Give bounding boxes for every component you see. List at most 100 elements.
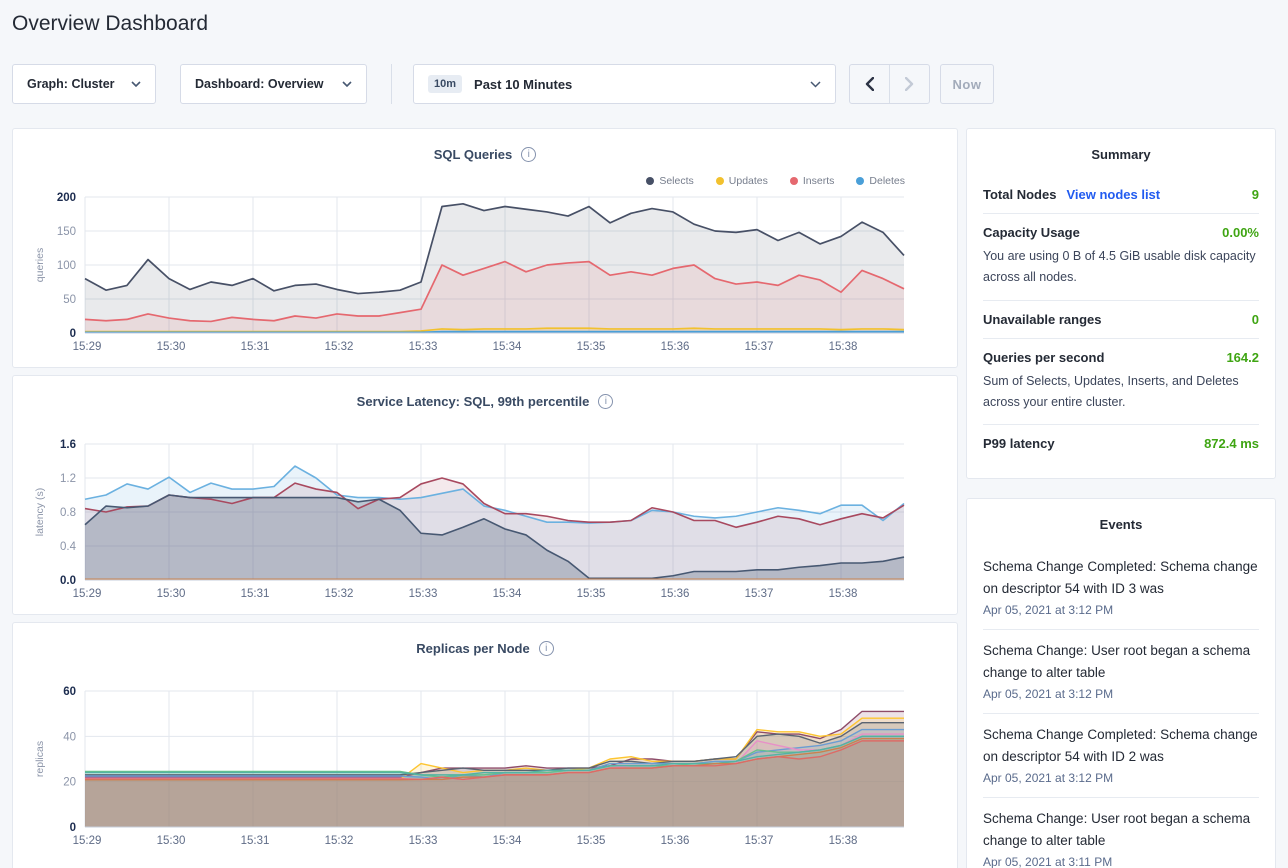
info-icon[interactable]: i xyxy=(539,641,554,656)
now-button[interactable]: Now xyxy=(940,64,994,104)
x-tick-label: 15:36 xyxy=(661,588,690,600)
info-icon[interactable]: i xyxy=(521,147,536,162)
summary-label: Capacity Usage xyxy=(983,225,1080,240)
service-latency-chart-card: Service Latency: SQL, 99th percentile i … xyxy=(12,375,958,615)
y-tick-label: 0.0 xyxy=(60,575,76,587)
summary-row-p99-latency: P99 latency 872.4 ms xyxy=(983,425,1259,462)
event-text: Schema Change: User root began a schema … xyxy=(983,640,1259,684)
chevron-down-icon xyxy=(342,81,352,87)
service-latency-plot: 0.0 0.4 0.8 1.2 1.6 15:29 15:30 15:31 15:32 15:33… xyxy=(13,416,959,621)
x-tick-label: 15:34 xyxy=(493,341,522,353)
y-tick-label: 1.6 xyxy=(60,439,76,451)
chart-title: SQL Queries xyxy=(434,147,513,162)
graph-dropdown-label: Graph: Cluster xyxy=(27,77,115,91)
time-range-badge: 10m xyxy=(428,75,462,93)
replicas-per-node-chart-card: Replicas per Node i 020406015:2915:3015:… xyxy=(12,622,958,868)
view-nodes-list-link[interactable]: View nodes list xyxy=(1066,187,1160,202)
x-tick-label: 15:29 xyxy=(73,835,102,847)
x-tick-label: 15:38 xyxy=(829,588,858,600)
x-tick-label: 15:37 xyxy=(745,588,774,600)
page-title: Overview Dashboard xyxy=(12,12,208,36)
x-tick-label: 15:29 xyxy=(73,588,102,600)
chevron-down-icon xyxy=(131,81,141,87)
time-range-picker[interactable]: 10m Past 10 Minutes xyxy=(413,64,836,104)
x-tick-label: 15:36 xyxy=(661,341,690,353)
y-axis-label: latency (s) xyxy=(34,488,46,536)
x-tick-label: 15:32 xyxy=(325,835,354,847)
summary-value: 9 xyxy=(1252,187,1259,202)
summary-value: 0.00% xyxy=(1222,225,1259,240)
y-tick-label: 100 xyxy=(57,260,76,272)
y-tick-label: 0 xyxy=(70,328,76,340)
y-tick-label: 0 xyxy=(70,822,76,834)
events-panel: Events Schema Change Completed: Schema c… xyxy=(966,498,1276,868)
summary-value: 872.4 ms xyxy=(1204,436,1259,451)
x-tick-label: 15:35 xyxy=(577,341,606,353)
event-timestamp: Apr 05, 2021 at 3:11 PM xyxy=(983,855,1259,868)
event-timestamp: Apr 05, 2021 at 3:12 PM xyxy=(983,687,1259,701)
chevron-left-icon xyxy=(865,77,874,91)
chart-svg: 05010015020015:2915:3015:3115:3215:3315:… xyxy=(13,169,959,374)
y-tick-label: 50 xyxy=(63,294,76,306)
summary-description: Sum of Selects, Updates, Inserts, and De… xyxy=(983,371,1259,414)
y-tick-label: 1.2 xyxy=(60,473,76,485)
summary-label: Total Nodes xyxy=(983,187,1056,202)
summary-row-capacity-usage: Capacity Usage 0.00% You are using 0 B o… xyxy=(983,214,1259,300)
chevron-right-icon xyxy=(905,77,914,91)
summary-description: You are using 0 B of 4.5 GiB usable disk… xyxy=(983,246,1259,289)
summary-label: Unavailable ranges xyxy=(983,312,1102,327)
x-tick-label: 15:38 xyxy=(829,835,858,847)
x-tick-label: 15:35 xyxy=(577,588,606,600)
sql-queries-plot: 05010015020015:2915:3015:3115:3215:3315:… xyxy=(13,169,959,374)
y-tick-label: 0.8 xyxy=(60,507,76,519)
chevron-down-icon xyxy=(810,81,821,88)
x-tick-label: 15:30 xyxy=(157,588,186,600)
x-tick-label: 15:29 xyxy=(73,341,102,353)
events-title: Events xyxy=(983,517,1259,532)
x-tick-label: 15:32 xyxy=(325,588,354,600)
toolbar-divider xyxy=(391,64,392,104)
next-time-range-button[interactable] xyxy=(890,65,929,103)
y-tick-label: 0.4 xyxy=(60,541,77,553)
y-tick-label: 20 xyxy=(63,777,76,789)
x-tick-label: 15:37 xyxy=(745,835,774,847)
x-tick-label: 15:34 xyxy=(493,588,522,600)
event-text: Schema Change: User root began a schema … xyxy=(983,808,1259,852)
y-axis-label: queries xyxy=(34,248,46,282)
event-list-item[interactable]: Schema Change: User root began a schema … xyxy=(983,798,1259,868)
x-tick-label: 15:30 xyxy=(157,835,186,847)
x-tick-label: 15:31 xyxy=(241,835,270,847)
event-list-item[interactable]: Schema Change Completed: Schema change o… xyxy=(983,714,1259,797)
y-tick-label: 200 xyxy=(57,192,76,204)
summary-value: 164.2 xyxy=(1226,350,1259,365)
event-list-item[interactable]: Schema Change Completed: Schema change o… xyxy=(983,546,1259,629)
series-line-Deletes xyxy=(85,332,904,333)
y-axis-label: replicas xyxy=(34,741,46,777)
dashboard-dropdown-label: Dashboard: Overview xyxy=(195,77,324,91)
event-list-item[interactable]: Schema Change: User root began a schema … xyxy=(983,630,1259,713)
summary-panel: Summary Total Nodes View nodes list 9 Ca… xyxy=(966,128,1276,479)
summary-title: Summary xyxy=(983,147,1259,162)
y-tick-label: 150 xyxy=(57,226,76,238)
summary-row-total-nodes: Total Nodes View nodes list 9 xyxy=(983,176,1259,213)
dashboard-dropdown[interactable]: Dashboard: Overview xyxy=(180,64,367,104)
chart-svg: 0.0 0.4 0.8 1.2 1.6 15:29 15:30 15:31 15:32 15:33… xyxy=(13,416,959,621)
x-tick-label: 15:34 xyxy=(493,835,522,847)
chart-title: Service Latency: SQL, 99th percentile xyxy=(357,394,590,409)
x-tick-label: 15:36 xyxy=(661,835,690,847)
summary-value: 0 xyxy=(1252,312,1259,327)
info-icon[interactable]: i xyxy=(598,394,613,409)
x-tick-label: 15:35 xyxy=(577,835,606,847)
x-tick-label: 15:31 xyxy=(241,588,270,600)
graph-dropdown[interactable]: Graph: Cluster xyxy=(12,64,156,104)
x-tick-label: 15:32 xyxy=(325,341,354,353)
event-text: Schema Change Completed: Schema change o… xyxy=(983,724,1259,768)
chart-title: Replicas per Node xyxy=(416,641,529,656)
x-tick-label: 15:33 xyxy=(409,588,438,600)
time-step-button-group xyxy=(849,64,930,104)
x-tick-label: 15:33 xyxy=(409,341,438,353)
summary-label: Queries per second xyxy=(983,350,1104,365)
summary-row-queries-per-second: Queries per second 164.2 Sum of Selects,… xyxy=(983,339,1259,425)
previous-time-range-button[interactable] xyxy=(850,65,889,103)
event-text: Schema Change Completed: Schema change o… xyxy=(983,556,1259,600)
